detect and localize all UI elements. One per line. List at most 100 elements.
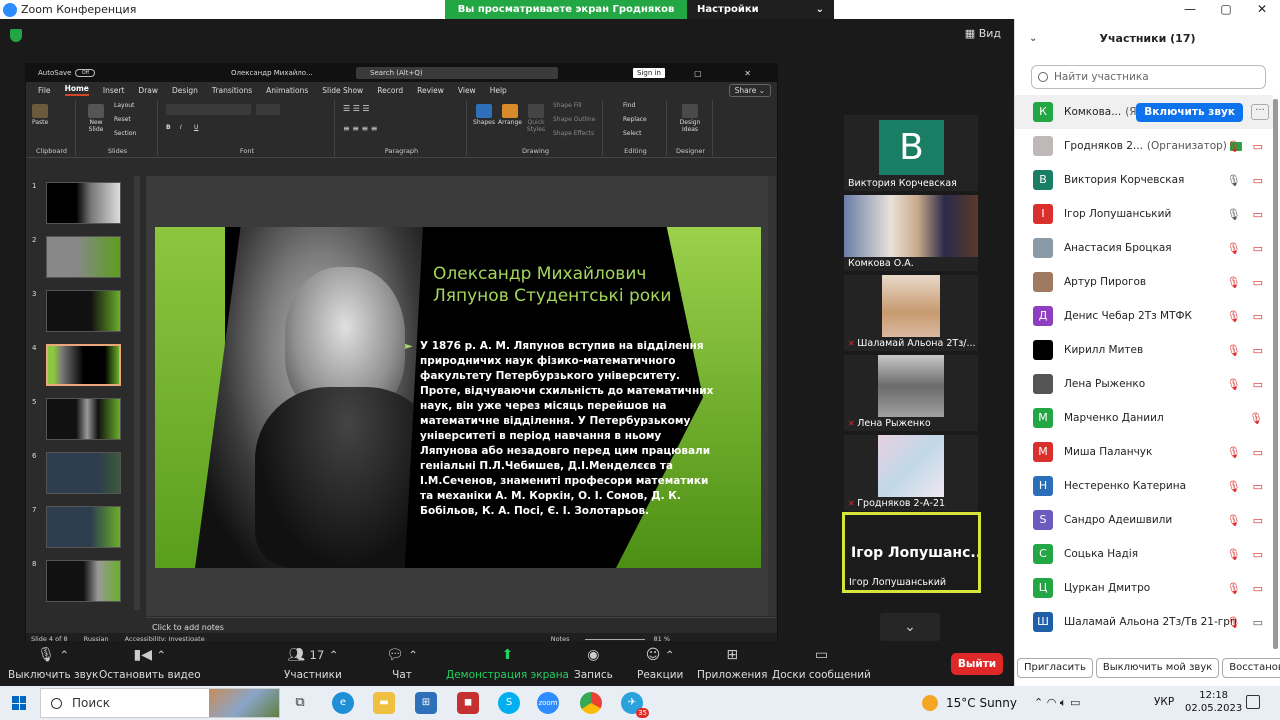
input-language[interactable]: УКР [1154,696,1174,708]
italic-button[interactable]: I [180,124,182,131]
slide-thumbnail-6[interactable] [46,452,121,494]
participants-button[interactable]: 👥︎ 17 ⌃ Участники [284,647,342,681]
slide-thumbnail-7[interactable] [46,506,121,548]
underline-button[interactable]: U [194,124,198,131]
telegram-icon[interactable]: ✈ 35 [621,692,649,718]
paste-button[interactable]: Paste [32,104,48,126]
slide-thumbnail-3[interactable] [46,290,121,332]
tab-transitions[interactable]: Transitions [212,86,252,95]
participant-row[interactable]: Анастасия Броцкая 🎙︎ ▭ [1015,231,1273,265]
participant-row[interactable]: Артур Пирогов 🎙︎ ▭ [1015,265,1273,299]
video-tile[interactable]: Шаламай Альона 2Тз/... [844,275,978,351]
font-size-select[interactable] [256,104,280,115]
record-button[interactable]: ◉ Запись [574,647,613,681]
system-clock[interactable]: 12:18 02.05.2023 [1185,689,1242,715]
shape-outline-button[interactable]: Shape Outline [553,116,595,123]
system-tray[interactable]: ⌃ ◠ 🔈︎ ▭ [1034,696,1080,710]
minimize-icon[interactable]: — [1172,0,1208,19]
ppt-filename[interactable]: Олександр Михайло... [231,69,313,77]
font-family-select[interactable] [166,104,251,115]
active-speaker-tile[interactable]: Ігор Лопушанс... Ігор Лопушанський [842,512,981,593]
tab-design[interactable]: Design [172,86,198,95]
view-button[interactable]: ▦ Вид [965,27,1001,40]
file-explorer-icon[interactable]: ▬ [373,692,395,714]
reset-button[interactable]: Reset [114,116,131,123]
current-slide[interactable]: Олександр Михайлович Ляпунов Студентські… [155,227,761,568]
quick-styles-button[interactable]: Quick Styles [523,104,549,133]
more-options-icon[interactable]: ··· [1251,104,1269,120]
stop-video-button[interactable]: ▮◀ ⌃ Остановить видео [99,647,201,681]
participant-row[interactable]: Ц Цуркан Дмитро 🎙︎ ▭ [1015,571,1273,605]
task-view-icon[interactable]: ⧉ [289,692,311,714]
shape-effects-button[interactable]: Shape Effects [553,130,594,137]
participant-search-input[interactable]: Найти участника [1031,65,1266,89]
tab-review[interactable]: Review [417,86,444,95]
section-button[interactable]: Section [114,130,136,137]
whiteboards-button[interactable]: ▭ Доски сообщений [772,647,871,681]
store-icon[interactable]: ⊞ [415,692,437,714]
design-ideas-button[interactable]: Design Ideas [673,104,707,133]
thumbnail-scrollbar[interactable] [134,176,140,610]
unmute-button[interactable]: Включить звук [1136,102,1243,122]
participant-row[interactable]: М Миша Паланчук 🎙︎ ▭ [1015,435,1273,469]
chat-button[interactable]: 💬︎ ⌃ Чат [386,647,418,681]
participant-row-self[interactable]: К Комкова... (Я) Включить звук ··· [1015,95,1273,129]
shapes-button[interactable]: Shapes [471,104,497,126]
shape-fill-button[interactable]: Shape Fill [553,102,582,109]
tab-animations[interactable]: Animations [266,86,308,95]
view-settings-dropdown[interactable]: Настройки просмотра ⌄ [687,0,834,34]
tab-insert[interactable]: Insert [103,86,125,95]
video-tile[interactable]: Гродняков 2-А-21 [844,435,978,511]
chevron-down-icon[interactable]: ⌄ [1029,33,1037,44]
participant-list-scrollbar[interactable] [1273,99,1278,649]
participant-row[interactable]: М Марченко Даниил 🎙︎ [1015,401,1273,435]
taskbar-search-box[interactable]: Поиск [40,688,280,718]
slide-thumbnail-2[interactable] [46,236,121,278]
tab-home[interactable]: Home [64,84,89,96]
zoom-taskbar-icon[interactable]: zoom [537,692,559,714]
edge-browser-icon[interactable]: e [332,692,354,714]
participant-row[interactable]: В Виктория Корчевская 🎙︎ ▭ [1015,163,1273,197]
ppt-share-button[interactable]: Share ⌄ [728,83,771,97]
participant-row[interactable]: С Соцька Надія 🎙︎ ▭ [1015,537,1273,571]
leave-button[interactable]: Выйти [951,653,1003,675]
tab-record[interactable]: Record [377,86,403,95]
ppt-window-controls[interactable]: — ▢ ✕ [644,69,771,78]
tab-file[interactable]: File [38,86,51,95]
reactions-button[interactable]: ☺ ⌃ Реакции [637,647,683,681]
tiles-scroll-down-icon[interactable]: ⌄ [880,613,940,641]
autosave-toggle[interactable]: Off [75,69,96,77]
slide-thumbnail-4[interactable] [46,344,121,386]
participant-row[interactable]: Гродняков 2... (Организатор) 🎙︎ ▭ [1015,129,1273,163]
invite-button[interactable]: Пригласить [1017,658,1093,678]
participant-row[interactable]: І Ігор Лопушанський 🎙︎ ▭ [1015,197,1273,231]
video-tile[interactable]: Лена Рыженко [844,355,978,431]
layout-button[interactable]: Layout [114,102,134,109]
share-screen-button[interactable]: ⬆ Демонстрация экрана [446,647,569,681]
participant-row[interactable]: S Сандро Адеишвили 🎙︎ ▭ [1015,503,1273,537]
mute-button[interactable]: 🎙︎ ⌃ Выключить звук [8,647,98,681]
find-button[interactable]: Find [623,102,635,109]
windows-start-icon[interactable] [12,696,26,710]
bold-button[interactable]: B [166,124,171,131]
weather-widget[interactable]: 15°C Sunny [922,695,1017,711]
tab-draw[interactable]: Draw [138,86,158,95]
video-tile[interactable]: В Виктория Корчевская [844,115,978,191]
bullets-icon[interactable]: ☰ ☰ ☰ [343,104,370,113]
replace-button[interactable]: Replace [623,116,647,123]
maximize-icon[interactable]: ▢ [1208,0,1244,19]
slide-thumbnail-8[interactable] [46,560,121,602]
encryption-shield-icon[interactable] [10,29,22,42]
chrome-icon[interactable] [580,692,602,714]
slide-thumbnail-1[interactable] [46,182,121,224]
new-slide-button[interactable]: New Slide [82,104,110,133]
select-button[interactable]: Select [623,130,642,137]
participant-row[interactable]: Лена Рыженко 🎙︎ ▭ [1015,367,1273,401]
participant-row[interactable]: Ш Шаламай Альона 2Тз/Тв 21-грп 🎙︎ ▭ [1015,605,1273,639]
apps-button[interactable]: ⊞ Приложения [697,647,767,681]
office-app-icon[interactable]: ◼ [457,692,479,714]
tab-view[interactable]: View [458,86,476,95]
tab-help[interactable]: Help [490,86,507,95]
mute-all-button[interactable]: Выключить мой звук [1095,658,1220,678]
arrange-button[interactable]: Arrange [497,104,523,126]
